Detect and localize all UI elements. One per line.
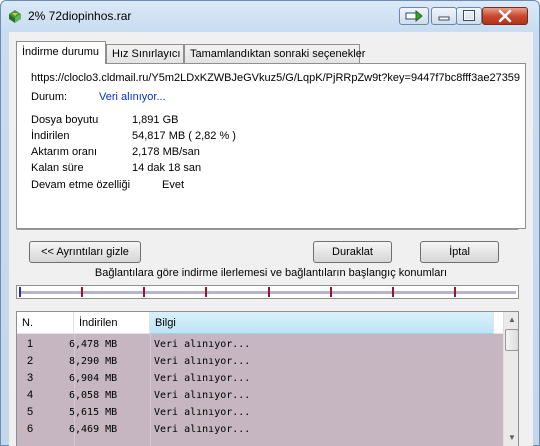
connection-start-marker — [143, 287, 146, 297]
scroll-down-icon[interactable]: ▼ — [504, 430, 518, 446]
connection-start-marker — [391, 287, 394, 297]
tab-on-completion[interactable]: Tamamlandıktan sonraki seçenekler — [184, 44, 365, 63]
close-button[interactable] — [482, 7, 528, 25]
downloaded-value: 54,817 MB ( 2,82 % ) — [132, 130, 236, 142]
scroll-up-icon[interactable]: ▲ — [504, 312, 518, 328]
transfer-rate-value: 2,178 MB/san — [132, 146, 200, 158]
connections-table: N. İndirilen Bilgi 1 6,478 MB Veri alını… — [16, 311, 519, 446]
tab-speed-limiter[interactable]: Hız Sınırlayıcı — [106, 44, 184, 63]
file-size-value: 1,891 GB — [132, 114, 179, 126]
row-number: 5 — [27, 406, 34, 418]
time-left-label: Kalan süre — [31, 162, 84, 174]
connection-start-marker — [267, 287, 270, 297]
status-label: Durum: — [31, 91, 68, 103]
download-status-panel: https://cloclo3.cldmail.ru/Y5m2LDxKZWBJe… — [16, 63, 526, 229]
row-number: 2 — [27, 355, 34, 367]
connections-progress-bar — [16, 285, 519, 299]
connection-start-marker — [81, 287, 84, 297]
column-header-number[interactable]: N. — [17, 312, 74, 334]
row-number: 1 — [27, 338, 34, 350]
row-downloaded: 6,469 MB — [69, 424, 118, 435]
table-scrollbar[interactable]: ▲ ▼ — [503, 312, 518, 446]
table-body: 1 6,478 MB Veri alınıyor... 2 8,290 MB V… — [17, 334, 503, 446]
column-header-info[interactable]: Bilgi — [150, 312, 494, 334]
file-size-label: Dosya boyutu — [31, 114, 99, 126]
row-number: 6 — [27, 423, 34, 435]
arrow-button[interactable] — [399, 7, 429, 25]
row-downloaded: 5,615 MB — [69, 407, 118, 418]
title-bar[interactable]: 2% 72diopinhos.rar — [1, 1, 539, 31]
cancel-button[interactable]: İptal — [420, 241, 499, 263]
window-client: İndirme durumu Hız Sınırlayıcı Tamamland… — [9, 32, 533, 446]
row-info: Veri alınıyor... — [154, 339, 251, 350]
row-downloaded: 6,058 MB — [69, 390, 118, 401]
table-row[interactable]: 5 5,615 MB Veri alınıyor... — [17, 404, 503, 421]
table-row[interactable]: 3 6,904 MB Veri alınıyor... — [17, 370, 503, 387]
connections-caption: Bağlantılara göre indirme ilerlemesi ve … — [94, 267, 448, 279]
tab-download-status[interactable]: İndirme durumu — [16, 41, 106, 64]
table-row[interactable]: 6 6,469 MB Veri alınıyor... — [17, 421, 503, 438]
row-downloaded: 6,904 MB — [69, 373, 118, 384]
row-info: Veri alınıyor... — [154, 407, 251, 418]
table-row[interactable]: 4 6,058 MB Veri alınıyor... — [17, 387, 503, 404]
column-header-downloaded[interactable]: İndirilen — [74, 312, 150, 334]
transfer-rate-label: Aktarım oranı — [31, 146, 98, 158]
maximize-icon — [463, 10, 475, 21]
row-number: 4 — [27, 389, 34, 401]
row-info: Veri alınıyor... — [154, 373, 251, 384]
minimize-icon — [438, 16, 450, 21]
resume-capability-label: Devam etme özelliği — [31, 179, 131, 191]
status-value: Veri alınıyor... — [99, 91, 166, 103]
pause-button[interactable]: Duraklat — [313, 241, 392, 263]
minimize-button[interactable] — [431, 7, 457, 25]
connection-start-marker — [19, 287, 21, 297]
connection-start-marker — [329, 287, 332, 297]
window-title: 2% 72diopinhos.rar — [28, 9, 132, 23]
table-header: N. İndirilen Bilgi — [17, 312, 503, 334]
table-row[interactable]: 1 6,478 MB Veri alınıyor... — [17, 336, 503, 353]
row-info: Veri alınıyor... — [154, 356, 251, 367]
scroll-thumb[interactable] — [505, 329, 518, 351]
row-downloaded: 6,478 MB — [69, 339, 118, 350]
download-url: https://cloclo3.cldmail.ru/Y5m2LDxKZWBJe… — [31, 72, 521, 84]
row-info: Veri alınıyor... — [154, 424, 251, 435]
downloaded-label: İndirilen — [31, 130, 70, 142]
close-icon — [498, 9, 512, 23]
hide-details-button[interactable]: << Ayrıntıları gizle — [29, 241, 141, 263]
arrow-right-icon — [405, 9, 423, 23]
idm-download-icon — [9, 10, 21, 23]
connection-start-marker — [205, 287, 208, 297]
resume-capability-value: Evet — [162, 179, 185, 191]
row-number: 3 — [27, 372, 34, 384]
connection-start-marker — [453, 287, 456, 297]
row-downloaded: 8,290 MB — [69, 356, 118, 367]
download-window: 2% 72diopinhos.rar İndirme durumu Hız Sı… — [0, 0, 540, 446]
maximize-button[interactable] — [456, 7, 482, 25]
table-row[interactable]: 2 8,290 MB Veri alınıyor... — [17, 353, 503, 370]
time-left-value: 14 dak 18 san — [132, 162, 202, 174]
row-info: Veri alınıyor... — [154, 390, 251, 401]
